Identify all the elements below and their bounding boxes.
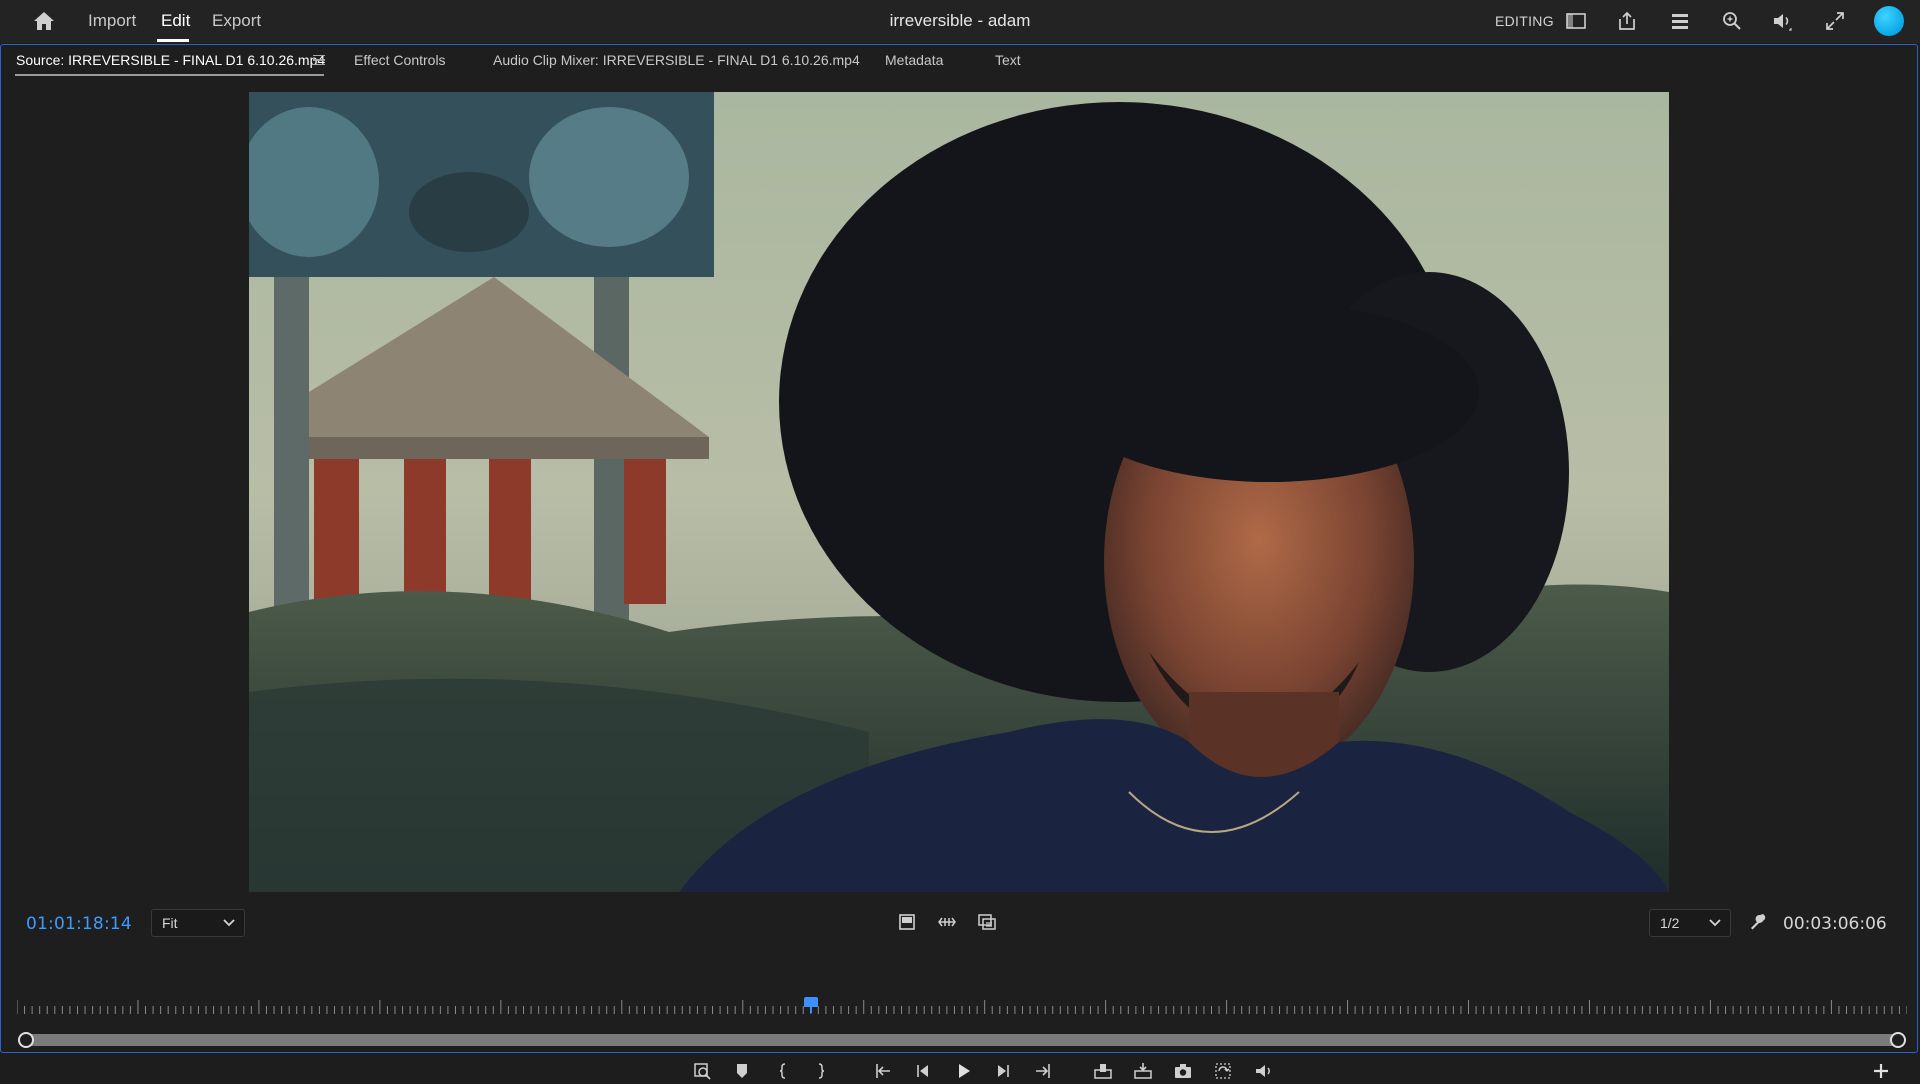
video-preview[interactable]	[249, 92, 1669, 892]
active-tab-indicator	[15, 74, 324, 76]
tab-audio-clip-mixer[interactable]: Audio Clip Mixer: IRREVERSIBLE - FINAL D…	[493, 52, 860, 68]
zoom-value: Fit	[162, 915, 178, 931]
drag-video-icon[interactable]	[893, 909, 921, 935]
export-frame-icon[interactable]	[973, 909, 1001, 935]
quick-settings-icon[interactable]	[1667, 9, 1693, 33]
play-icon[interactable]	[949, 1058, 977, 1084]
overwrite-clip-icon[interactable]	[1129, 1058, 1157, 1084]
wrench-icon[interactable]	[1743, 909, 1771, 935]
share-icon[interactable]	[1614, 9, 1640, 33]
insert-icon[interactable]	[688, 1058, 716, 1084]
playhead[interactable]	[803, 997, 818, 1013]
fullscreen-icon[interactable]	[1822, 9, 1848, 33]
current-timecode[interactable]: 01:01:18:14	[26, 914, 132, 934]
tab-effect-controls[interactable]: Effect Controls	[354, 52, 446, 68]
chevron-down-icon	[1709, 919, 1721, 927]
tab-metadata[interactable]: Metadata	[885, 52, 943, 68]
search-icon[interactable]	[1719, 9, 1745, 33]
zoom-handle-left[interactable]	[18, 1032, 34, 1048]
drag-audio-icon[interactable]	[933, 909, 961, 935]
time-ruler[interactable]	[17, 1000, 1907, 1014]
insert-clip-icon[interactable]	[1089, 1058, 1117, 1084]
duration-timecode: 00:03:06:06	[1783, 914, 1887, 934]
add-marker-icon[interactable]	[728, 1058, 756, 1084]
loop-icon[interactable]	[1209, 1058, 1237, 1084]
video-frame-image	[249, 92, 1669, 892]
volume-icon[interactable]	[1769, 9, 1795, 33]
nav-edit[interactable]: Edit	[161, 11, 190, 31]
home-icon[interactable]	[30, 9, 58, 33]
resolution-dropdown[interactable]: 1/2	[1649, 909, 1731, 937]
go-to-out-icon[interactable]	[1029, 1058, 1057, 1084]
panel-menu-icon[interactable]	[313, 53, 325, 67]
mark-out-icon[interactable]	[806, 1058, 834, 1084]
go-to-in-icon[interactable]	[869, 1058, 897, 1084]
chevron-down-icon	[223, 919, 235, 927]
nav-export[interactable]: Export	[212, 11, 261, 31]
step-forward-icon[interactable]	[989, 1058, 1017, 1084]
nav-import[interactable]: Import	[88, 11, 136, 31]
mark-in-icon[interactable]	[770, 1058, 798, 1084]
workspace-label[interactable]: EDITING	[1495, 13, 1554, 29]
zoom-dropdown[interactable]: Fit	[151, 909, 245, 937]
step-back-icon[interactable]	[909, 1058, 937, 1084]
tab-text[interactable]: Text	[995, 52, 1021, 68]
export-frame-camera-icon[interactable]	[1169, 1058, 1197, 1084]
panel-tab-bar: Source: IRREVERSIBLE - FINAL D1 6.10.26.…	[1, 45, 1917, 78]
top-bar: Import Edit Export irreversible - adam E…	[0, 0, 1920, 43]
add-button-icon[interactable]	[1867, 1058, 1895, 1084]
audio-icon[interactable]	[1249, 1058, 1277, 1084]
source-monitor-panel: Source: IRREVERSIBLE - FINAL D1 6.10.26.…	[0, 44, 1918, 1080]
workspace-panel-icon[interactable]	[1563, 9, 1589, 33]
zoom-handle-right[interactable]	[1890, 1032, 1906, 1048]
tab-source[interactable]: Source: IRREVERSIBLE - FINAL D1 6.10.26.…	[16, 52, 325, 68]
resolution-value: 1/2	[1660, 915, 1680, 931]
zoom-scrollbar[interactable]	[25, 1034, 1897, 1046]
avatar[interactable]	[1874, 6, 1904, 36]
nav-active-indicator	[157, 39, 189, 42]
